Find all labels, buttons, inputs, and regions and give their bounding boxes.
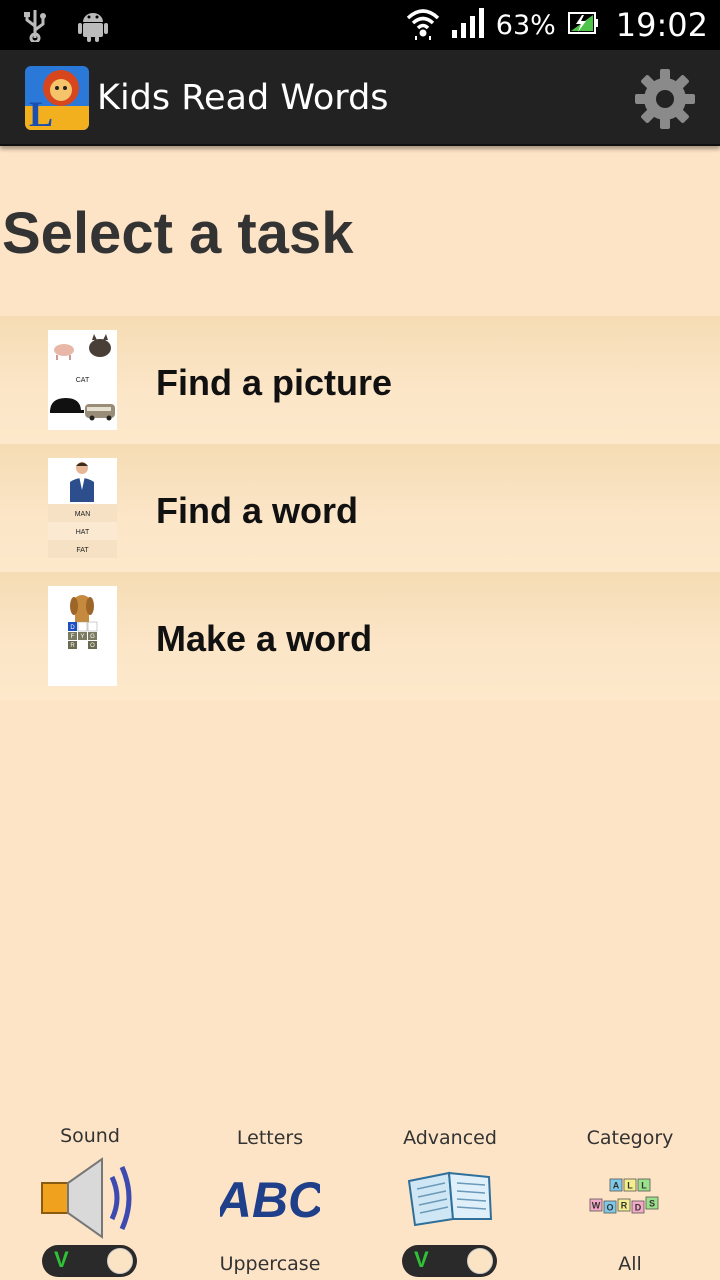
lion-logo-icon[interactable]: L	[25, 66, 89, 130]
clock: 19:02	[615, 6, 708, 44]
toggle-knob	[467, 1248, 493, 1274]
thumb-word-cat: CAT	[76, 377, 90, 384]
letters-caption: Letters	[236, 1127, 304, 1149]
sound-caption: Sound	[60, 1125, 120, 1147]
thumb-letter-o: O	[90, 643, 95, 649]
abc-letters-icon[interactable]: ABC	[214, 1167, 325, 1228]
advanced-toggle[interactable]: V	[402, 1245, 497, 1277]
signal-icon	[451, 8, 484, 42]
task-find-a-word[interactable]: MAN HAT FAT Find a word	[0, 444, 720, 572]
task-make-a-word[interactable]: D F Y G R O Make a word	[0, 572, 720, 700]
options-bar: Sound V Letters ABC Uppercase Advanced V…	[0, 1115, 720, 1280]
svg-text:L: L	[641, 1181, 647, 1191]
svg-text:O: O	[606, 1203, 613, 1213]
advanced-caption: Advanced	[403, 1127, 497, 1149]
all-words-blocks-icon[interactable]: A L L W O R D S	[588, 1177, 672, 1224]
toggle-check-icon: V	[414, 1247, 429, 1272]
task-label: Find a picture	[156, 362, 393, 403]
task-find-a-picture[interactable]: CAT Find a picture	[0, 316, 720, 444]
toggle-check-icon: V	[54, 1247, 69, 1272]
sound-option[interactable]: Sound V	[0, 1115, 180, 1280]
svg-text:D: D	[635, 1203, 642, 1213]
category-caption: Category	[586, 1127, 674, 1149]
thumb-word-fat: FAT	[76, 547, 89, 554]
make-word-thumbnail: D F Y G R O	[48, 586, 117, 686]
open-book-icon[interactable]	[405, 1167, 495, 1232]
battery-charging-icon	[567, 11, 598, 39]
advanced-option[interactable]: Advanced V	[360, 1115, 540, 1280]
find-word-thumbnail: MAN HAT FAT	[48, 458, 117, 558]
app-title: Kids Read Words	[97, 78, 389, 118]
wifi-icon	[406, 6, 440, 44]
find-picture-thumbnail: CAT	[48, 330, 117, 430]
thumb-word-man: MAN	[75, 511, 91, 518]
svg-text:W: W	[592, 1201, 601, 1211]
thumb-word-hat: HAT	[76, 529, 90, 536]
task-label: Make a word	[156, 618, 373, 659]
sound-toggle[interactable]: V	[42, 1245, 137, 1277]
svg-text:L: L	[29, 94, 53, 130]
thumb-letter-y: Y	[80, 634, 84, 640]
gear-icon[interactable]	[634, 68, 696, 130]
thumb-letter-f: F	[71, 634, 75, 640]
task-label: Find a word	[156, 490, 358, 531]
letters-value: Uppercase	[219, 1253, 321, 1275]
svg-text:L: L	[627, 1181, 633, 1191]
category-option[interactable]: Category A L L W O R D S All	[540, 1115, 720, 1280]
battery-percent: 63%	[495, 9, 556, 41]
toggle-knob	[107, 1248, 133, 1274]
category-value: All	[618, 1253, 642, 1275]
page-title: Select a task	[2, 201, 354, 266]
thumb-letter-r: R	[70, 643, 75, 649]
usb-icon	[22, 8, 48, 47]
svg-text:A: A	[613, 1181, 620, 1191]
thumb-letter-d: D	[70, 625, 75, 631]
status-bar: 63% 19:02	[0, 0, 720, 50]
svg-text:R: R	[621, 1201, 628, 1211]
speaker-icon[interactable]	[40, 1155, 140, 1246]
thumb-letter-g: G	[90, 634, 95, 640]
letters-option[interactable]: Letters ABC Uppercase	[180, 1115, 360, 1280]
android-debug-icon	[78, 8, 108, 47]
svg-text:S: S	[649, 1199, 655, 1209]
abc-icon-text: ABC	[220, 1172, 320, 1227]
action-bar: L Kids Read Words	[0, 50, 720, 146]
